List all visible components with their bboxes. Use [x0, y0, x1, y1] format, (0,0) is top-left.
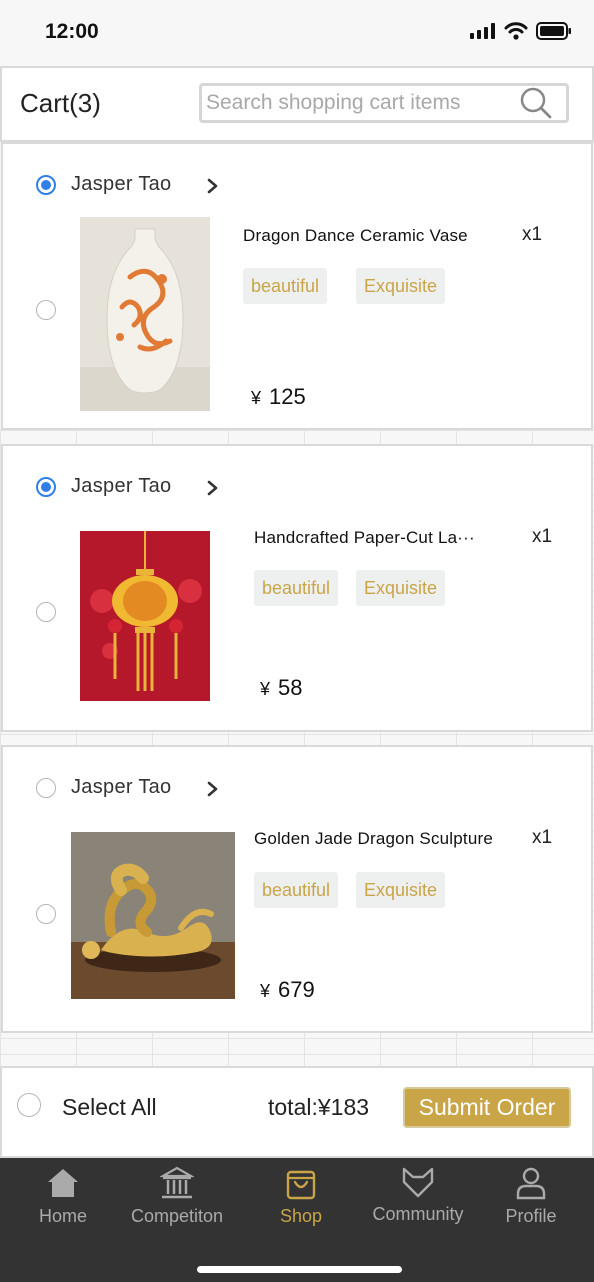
product-name[interactable]: Dragon Dance Ceramic Vase: [243, 226, 468, 246]
shopping-bag-icon: [286, 1170, 316, 1200]
product-quantity: x1: [532, 827, 553, 848]
product-image[interactable]: [80, 531, 210, 701]
product-quantity: x1: [532, 526, 553, 547]
bottom-tab-bar: Home Competiton Shop Community Profile: [0, 1158, 594, 1282]
product-name[interactable]: Golden Jade Dragon Sculpture: [254, 829, 493, 849]
tab-label: Profile: [505, 1206, 557, 1226]
tab-label: Home: [38, 1206, 87, 1226]
product-tag: beautiful: [254, 872, 339, 908]
search-box[interactable]: [199, 83, 569, 123]
currency-symbol: ¥: [260, 679, 271, 699]
seller-name[interactable]: Jasper Tao: [71, 475, 171, 498]
product-tag: Exquisite: [356, 570, 446, 606]
select-all-radio[interactable]: [17, 1093, 41, 1117]
tab-home[interactable]: Home: [3, 1166, 123, 1227]
status-bar: 12:00: [0, 0, 594, 66]
cart-store-card: Jasper Tao Golden Jade Dragon Sculpture …: [1, 745, 593, 1033]
product-price: ¥58: [260, 675, 303, 701]
search-input[interactable]: [202, 86, 518, 120]
home-indicator: [197, 1266, 402, 1273]
tab-label: Community: [372, 1204, 464, 1224]
product-price: ¥125: [251, 384, 306, 410]
store-select-radio[interactable]: [36, 778, 56, 798]
product-tag: beautiful: [254, 570, 339, 606]
price-value: 125: [269, 384, 306, 409]
product-tag: beautiful: [243, 268, 328, 304]
submit-order-button[interactable]: Submit Order: [403, 1087, 571, 1128]
tab-community[interactable]: Community: [358, 1166, 478, 1225]
product-image[interactable]: [71, 832, 235, 999]
chevron-right-icon[interactable]: [205, 480, 219, 496]
price-value: 679: [278, 977, 315, 1002]
product-name[interactable]: Handcrafted Paper-Cut La···: [254, 528, 475, 548]
checkout-bar: Select All total:¥183 Submit Order: [0, 1066, 594, 1158]
tab-label: Shop: [279, 1206, 323, 1226]
museum-icon: [160, 1166, 194, 1199]
product-quantity: x1: [522, 224, 543, 245]
status-icons: [470, 22, 572, 40]
fox-icon: [402, 1167, 434, 1198]
tab-competition[interactable]: Competiton: [117, 1166, 237, 1227]
signal-icon: [470, 23, 495, 39]
battery-icon: [536, 22, 571, 40]
cart-store-card: Jasper Tao Dragon Dance Ceramic Vase x1 …: [1, 142, 593, 430]
store-select-radio[interactable]: [36, 175, 56, 195]
search-icon[interactable]: [518, 85, 554, 121]
seller-name[interactable]: Jasper Tao: [71, 776, 171, 799]
page-title: Cart(3): [20, 88, 101, 118]
item-select-radio[interactable]: [36, 602, 56, 622]
currency-symbol: ¥: [251, 388, 262, 408]
product-image[interactable]: [80, 217, 210, 411]
currency-symbol: ¥: [260, 981, 271, 1001]
total-amount: total:¥183: [268, 1094, 370, 1120]
tab-label: Competiton: [130, 1206, 224, 1226]
price-value: 58: [278, 675, 303, 700]
status-time: 12:00: [45, 20, 99, 43]
seller-name[interactable]: Jasper Tao: [71, 173, 171, 196]
cart-store-card: Jasper Tao Handcrafted Paper-Cut La··· x…: [1, 444, 593, 732]
tab-shop[interactable]: Shop: [241, 1166, 361, 1227]
person-icon: [516, 1167, 546, 1200]
item-select-radio[interactable]: [36, 904, 56, 924]
chevron-right-icon[interactable]: [205, 781, 219, 797]
tab-profile[interactable]: Profile: [471, 1166, 591, 1227]
select-all-label[interactable]: Select All: [62, 1094, 157, 1121]
store-select-radio[interactable]: [36, 477, 56, 497]
item-select-radio[interactable]: [36, 300, 56, 320]
home-icon: [48, 1169, 78, 1197]
cart-header: Cart(3): [0, 66, 594, 142]
product-tag: Exquisite: [356, 268, 446, 304]
chevron-right-icon[interactable]: [205, 178, 219, 194]
product-price: ¥679: [260, 977, 315, 1003]
wifi-icon: [504, 22, 528, 40]
product-tag: Exquisite: [356, 872, 446, 908]
